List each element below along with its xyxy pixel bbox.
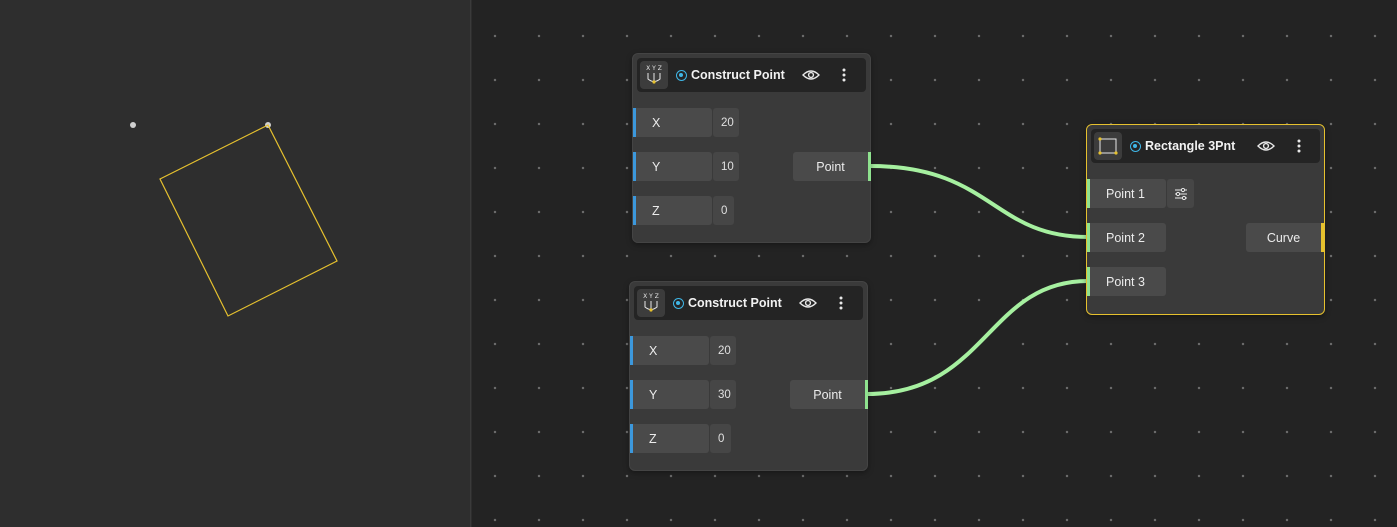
3d-viewport[interactable]	[0, 0, 471, 527]
input-port-point-1[interactable]: Point 1	[1087, 179, 1166, 208]
port-label: Point 2	[1106, 230, 1145, 245]
port-label: Y	[649, 387, 658, 402]
output-port-curve[interactable]: Curve	[1246, 223, 1324, 252]
node-title: Rectangle 3Pnt	[1145, 139, 1236, 153]
node-header[interactable]: Rectangle 3Pnt	[1091, 129, 1320, 163]
x-value-field[interactable]: 20	[710, 336, 736, 365]
input-port-z[interactable]: Z	[633, 196, 712, 225]
y-value-field[interactable]: 10	[713, 152, 739, 181]
port-label: Point 1	[1106, 186, 1145, 201]
output-port-point[interactable]: Point	[793, 152, 871, 181]
input-port-point-2[interactable]: Point 2	[1087, 223, 1166, 252]
svg-text:X Y Z: X Y Z	[643, 293, 659, 300]
input-port-x[interactable]: X	[630, 336, 709, 365]
input-port-y[interactable]: Y	[633, 152, 712, 181]
xyz-point-icon: X Y Z	[640, 61, 668, 89]
input-port-x[interactable]: X	[633, 108, 712, 137]
construct-point-node-1[interactable]: X Y Z Construct Point X 20 Y 10 Z 0 Poin…	[632, 53, 871, 243]
node-header[interactable]: X Y Z Construct Point	[637, 58, 866, 92]
rectangle-icon	[1094, 132, 1122, 160]
eye-icon[interactable]	[802, 66, 820, 84]
port-label: X	[649, 343, 658, 358]
status-icon[interactable]	[676, 69, 687, 81]
port-label: Z	[652, 203, 660, 218]
port-label: Y	[652, 159, 661, 174]
input-port-z[interactable]: Z	[630, 424, 709, 453]
z-value-field[interactable]: 0	[713, 196, 734, 225]
more-options-icon[interactable]	[835, 66, 853, 84]
more-options-icon[interactable]	[832, 294, 850, 312]
viewport-canvas[interactable]	[0, 0, 471, 527]
status-icon[interactable]	[673, 297, 684, 309]
port-label: Z	[649, 431, 657, 446]
port-label: Point 3	[1106, 274, 1145, 289]
node-title: Construct Point	[691, 68, 785, 82]
more-options-icon[interactable]	[1290, 137, 1308, 155]
input-port-y[interactable]: Y	[630, 380, 709, 409]
node-title: Construct Point	[688, 296, 782, 310]
node-header[interactable]: X Y Z Construct Point	[634, 286, 863, 320]
node-graph-canvas[interactable]: X Y Z Construct Point X 20 Y 10 Z 0 Poin…	[472, 0, 1397, 527]
xyz-point-icon: X Y Z	[637, 289, 665, 317]
port-label: X	[652, 115, 661, 130]
construct-point-node-2[interactable]: X Y Z Construct Point X 20 Y 30 Z 0 Poin…	[629, 281, 868, 471]
preview-rectangle-curve[interactable]	[159, 124, 338, 317]
y-value-field[interactable]: 30	[710, 380, 736, 409]
status-icon[interactable]	[1130, 140, 1141, 152]
z-value-field[interactable]: 0	[710, 424, 731, 453]
eye-icon[interactable]	[1257, 137, 1275, 155]
rectangle-3pnt-node[interactable]: Rectangle 3Pnt Point 1 Point 2 Point 3 C…	[1086, 124, 1325, 315]
eye-icon[interactable]	[799, 294, 817, 312]
x-value-field[interactable]: 20	[713, 108, 739, 137]
output-port-point[interactable]: Point	[790, 380, 868, 409]
svg-text:X Y Z: X Y Z	[646, 65, 662, 72]
wire-point2-to-point3[interactable]	[865, 279, 1090, 396]
input-port-point-3[interactable]: Point 3	[1087, 267, 1166, 296]
sliders-settings-icon[interactable]	[1167, 179, 1194, 208]
wire-point1-to-point2[interactable]	[868, 164, 1090, 239]
preview-point-1	[130, 122, 136, 128]
